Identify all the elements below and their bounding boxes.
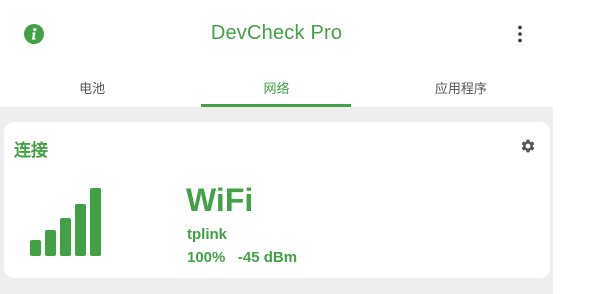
signal-stats: 100% -45 dBm bbox=[187, 249, 297, 266]
wifi-signal-bars-icon bbox=[30, 188, 101, 256]
tab-bar: 电池 网络 应用程序 bbox=[0, 68, 553, 106]
network-ssid: tplink bbox=[187, 226, 227, 243]
connection-card: 连接 WiFi tplink 100% -45 dBm bbox=[4, 122, 550, 278]
connection-type: WiFi bbox=[186, 182, 254, 218]
app-title: DevCheck Pro bbox=[210, 22, 343, 44]
tab-battery[interactable]: 电池 bbox=[0, 68, 184, 106]
signal-dbm: -45 dBm bbox=[237, 249, 298, 266]
tab-apps[interactable]: 应用程序 bbox=[369, 68, 553, 106]
app-screen: DevCheck Pro 电池 网络 应用程序 连接 WiFi tplink 1… bbox=[0, 0, 553, 294]
tab-network[interactable]: 网络 bbox=[184, 68, 368, 106]
top-app-bar: DevCheck Pro bbox=[0, 0, 553, 68]
gear-icon[interactable] bbox=[520, 138, 536, 154]
more-vert-icon[interactable] bbox=[514, 24, 526, 44]
card-title: 连接 bbox=[14, 141, 48, 160]
signal-percent: 100% bbox=[187, 249, 226, 266]
